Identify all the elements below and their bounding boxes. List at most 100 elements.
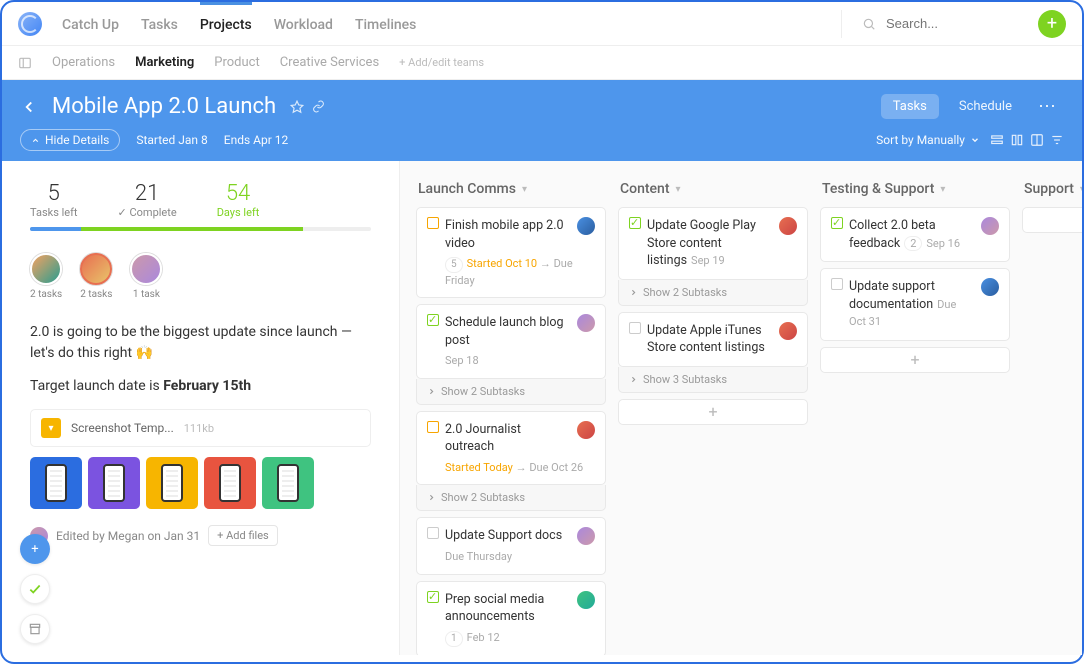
task-title: Finish mobile app 2.0 video: [445, 217, 571, 252]
add-card-button[interactable]: +: [618, 399, 808, 425]
tasks-left-lbl: Tasks left: [30, 206, 78, 219]
tab-tasks[interactable]: Tasks: [881, 94, 939, 119]
view-columns-icon[interactable]: [1010, 133, 1024, 147]
task-title: Update Google Play Store content listing…: [647, 217, 773, 270]
sort-dropdown[interactable]: Sort by Manually: [876, 133, 980, 147]
avatar: [577, 217, 595, 235]
column-header[interactable]: Support▾: [1022, 177, 1082, 207]
column-title: Launch Comms: [418, 181, 516, 197]
nav-tasks[interactable]: Tasks: [141, 2, 178, 45]
avatar: [577, 591, 595, 609]
board-column: Testing & Support▾Collect 2.0 beta feedb…: [820, 177, 1010, 639]
nav-workload[interactable]: Workload: [274, 2, 333, 45]
task-card[interactable]: Collect 2.0 beta feedback2Sep 16: [820, 207, 1010, 262]
assignee-2[interactable]: 2 tasks: [80, 253, 112, 300]
nav-projects[interactable]: Projects: [200, 2, 252, 45]
thumbnail[interactable]: [146, 457, 198, 509]
hide-details-toggle[interactable]: Hide Details: [20, 129, 120, 151]
checkbox-icon[interactable]: [629, 217, 641, 229]
checkbox-icon[interactable]: [427, 527, 439, 539]
team-operations[interactable]: Operations: [52, 55, 115, 70]
star-icon[interactable]: [290, 100, 304, 114]
column-title: Testing & Support: [822, 181, 934, 197]
stat-complete: 21 Complete: [118, 181, 177, 219]
more-menu-icon[interactable]: ⋯: [1032, 96, 1064, 117]
view-board-icon[interactable]: [1030, 133, 1044, 147]
task-card[interactable]: Update Apple iTunes Store content listin…: [618, 312, 808, 367]
avatar: [130, 253, 162, 285]
column-header[interactable]: Testing & Support▾: [820, 177, 1010, 207]
nav-timelines[interactable]: Timelines: [355, 2, 416, 45]
checkbox-icon[interactable]: [427, 314, 439, 326]
search-icon: [862, 17, 876, 31]
link-icon[interactable]: [312, 100, 325, 114]
app-logo[interactable]: [18, 12, 42, 36]
add-files-button[interactable]: + Add files: [208, 525, 278, 546]
task-card[interactable]: Update Support docsDue Thursday: [416, 517, 606, 574]
checkbox-icon[interactable]: [629, 322, 641, 334]
assignees-row: 2 tasks 2 tasks 1 task: [30, 253, 371, 300]
checkbox-icon[interactable]: [831, 217, 843, 229]
task-title: Update support documentationDue Oct 31: [849, 278, 975, 331]
chevron-down-icon: ▾: [1080, 184, 1082, 195]
avatar: [779, 322, 797, 340]
filter-icon[interactable]: [1050, 133, 1064, 147]
task-card[interactable]: Finish mobile app 2.0 video5Started Oct …: [416, 207, 606, 298]
add-team-link[interactable]: + Add/edit teams: [399, 56, 484, 69]
thumbnail[interactable]: [88, 457, 140, 509]
assignee-count: 2 tasks: [80, 289, 112, 300]
checkbox-icon[interactable]: [427, 217, 439, 229]
checkbox-icon[interactable]: [427, 591, 439, 603]
add-card-button[interactable]: +: [1022, 207, 1082, 233]
tab-schedule[interactable]: Schedule: [947, 94, 1024, 119]
show-subtasks-toggle[interactable]: Show 2 Subtasks: [416, 379, 606, 405]
attachment[interactable]: Screenshot Temp... 111kb: [30, 409, 371, 447]
task-card[interactable]: Prep social media announcements1Feb 12: [416, 581, 606, 655]
task-title: Schedule launch blog post: [445, 314, 571, 349]
avatar: [577, 314, 595, 332]
assignee-3[interactable]: 1 task: [130, 253, 162, 300]
project-description: 2.0 is going to be the biggest update si…: [30, 322, 371, 397]
project-title: Mobile App 2.0 Launch: [52, 94, 276, 119]
thumbnail[interactable]: [30, 457, 82, 509]
search-input[interactable]: [886, 16, 1016, 31]
floating-actions: +: [20, 534, 50, 644]
task-card[interactable]: 2.0 Journalist outreachStarted Today → D…: [416, 411, 606, 485]
checkbox-icon[interactable]: [427, 421, 439, 433]
thumbnail[interactable]: [262, 457, 314, 509]
team-marketing[interactable]: Marketing: [135, 55, 194, 70]
team-creative[interactable]: Creative Services: [280, 55, 379, 70]
nav-catchup[interactable]: Catch Up: [62, 2, 119, 45]
assignee-1[interactable]: 2 tasks: [30, 253, 62, 300]
back-arrow-icon[interactable]: [20, 98, 38, 116]
column-header[interactable]: Launch Comms▾: [416, 177, 606, 207]
show-subtasks-toggle[interactable]: Show 2 Subtasks: [618, 280, 808, 306]
thumbnail-row: [30, 457, 371, 509]
team-product[interactable]: Product: [214, 55, 259, 70]
thumbnail[interactable]: [204, 457, 256, 509]
task-card[interactable]: Schedule launch blog postSep 18: [416, 304, 606, 378]
avatar: [981, 217, 999, 235]
fab-add[interactable]: +: [20, 534, 50, 564]
main-nav: Catch Up Tasks Projects Workload Timelin…: [62, 2, 416, 45]
column-header[interactable]: Content▾: [618, 177, 808, 207]
show-subtasks-toggle[interactable]: Show 2 Subtasks: [416, 485, 606, 511]
checkbox-icon[interactable]: [831, 278, 843, 290]
show-subtasks-toggle[interactable]: Show 3 Subtasks: [618, 367, 808, 393]
add-card-button[interactable]: +: [820, 347, 1010, 373]
assignee-count: 1 task: [130, 289, 162, 300]
stats-row: 5 Tasks left 21 Complete 54 Days left: [30, 181, 371, 219]
task-card[interactable]: Update Google Play Store content listing…: [618, 207, 808, 280]
avatar: [80, 253, 112, 285]
sidebar-toggle-icon[interactable]: [18, 56, 32, 70]
chevron-down-icon: ▾: [676, 184, 681, 195]
fab-check[interactable]: [20, 574, 50, 604]
global-add-button[interactable]: +: [1038, 10, 1066, 38]
chevron-right-icon: [629, 288, 638, 297]
complete-lbl: Complete: [118, 206, 177, 219]
fab-archive[interactable]: [20, 614, 50, 644]
task-card[interactable]: Update support documentationDue Oct 31: [820, 268, 1010, 341]
task-title: Update Support docs: [445, 527, 571, 545]
view-list-icon[interactable]: [990, 133, 1004, 147]
project-header: Mobile App 2.0 Launch Tasks Schedule ⋯ H…: [2, 80, 1082, 161]
